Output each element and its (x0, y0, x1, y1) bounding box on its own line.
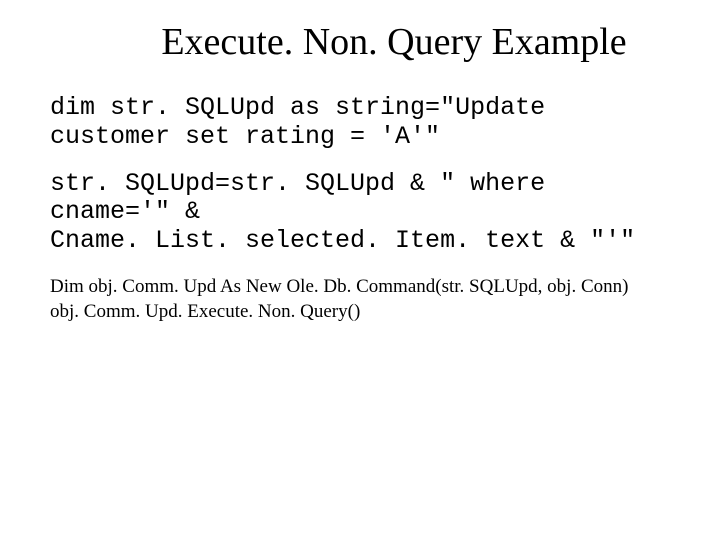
code-line-2: obj. Comm. Upd. Execute. Non. Query() (50, 299, 670, 325)
page-title: Execute. Non. Query Example (118, 20, 670, 64)
code-block-1: dim str. SQLUpd as string="Update custom… (50, 94, 670, 152)
code-block-2: str. SQLUpd=str. SQLUpd & " where cname=… (50, 170, 670, 256)
slide: Execute. Non. Query Example dim str. SQL… (0, 0, 720, 540)
code-line-1: Dim obj. Comm. Upd As New Ole. Db. Comma… (50, 274, 670, 300)
